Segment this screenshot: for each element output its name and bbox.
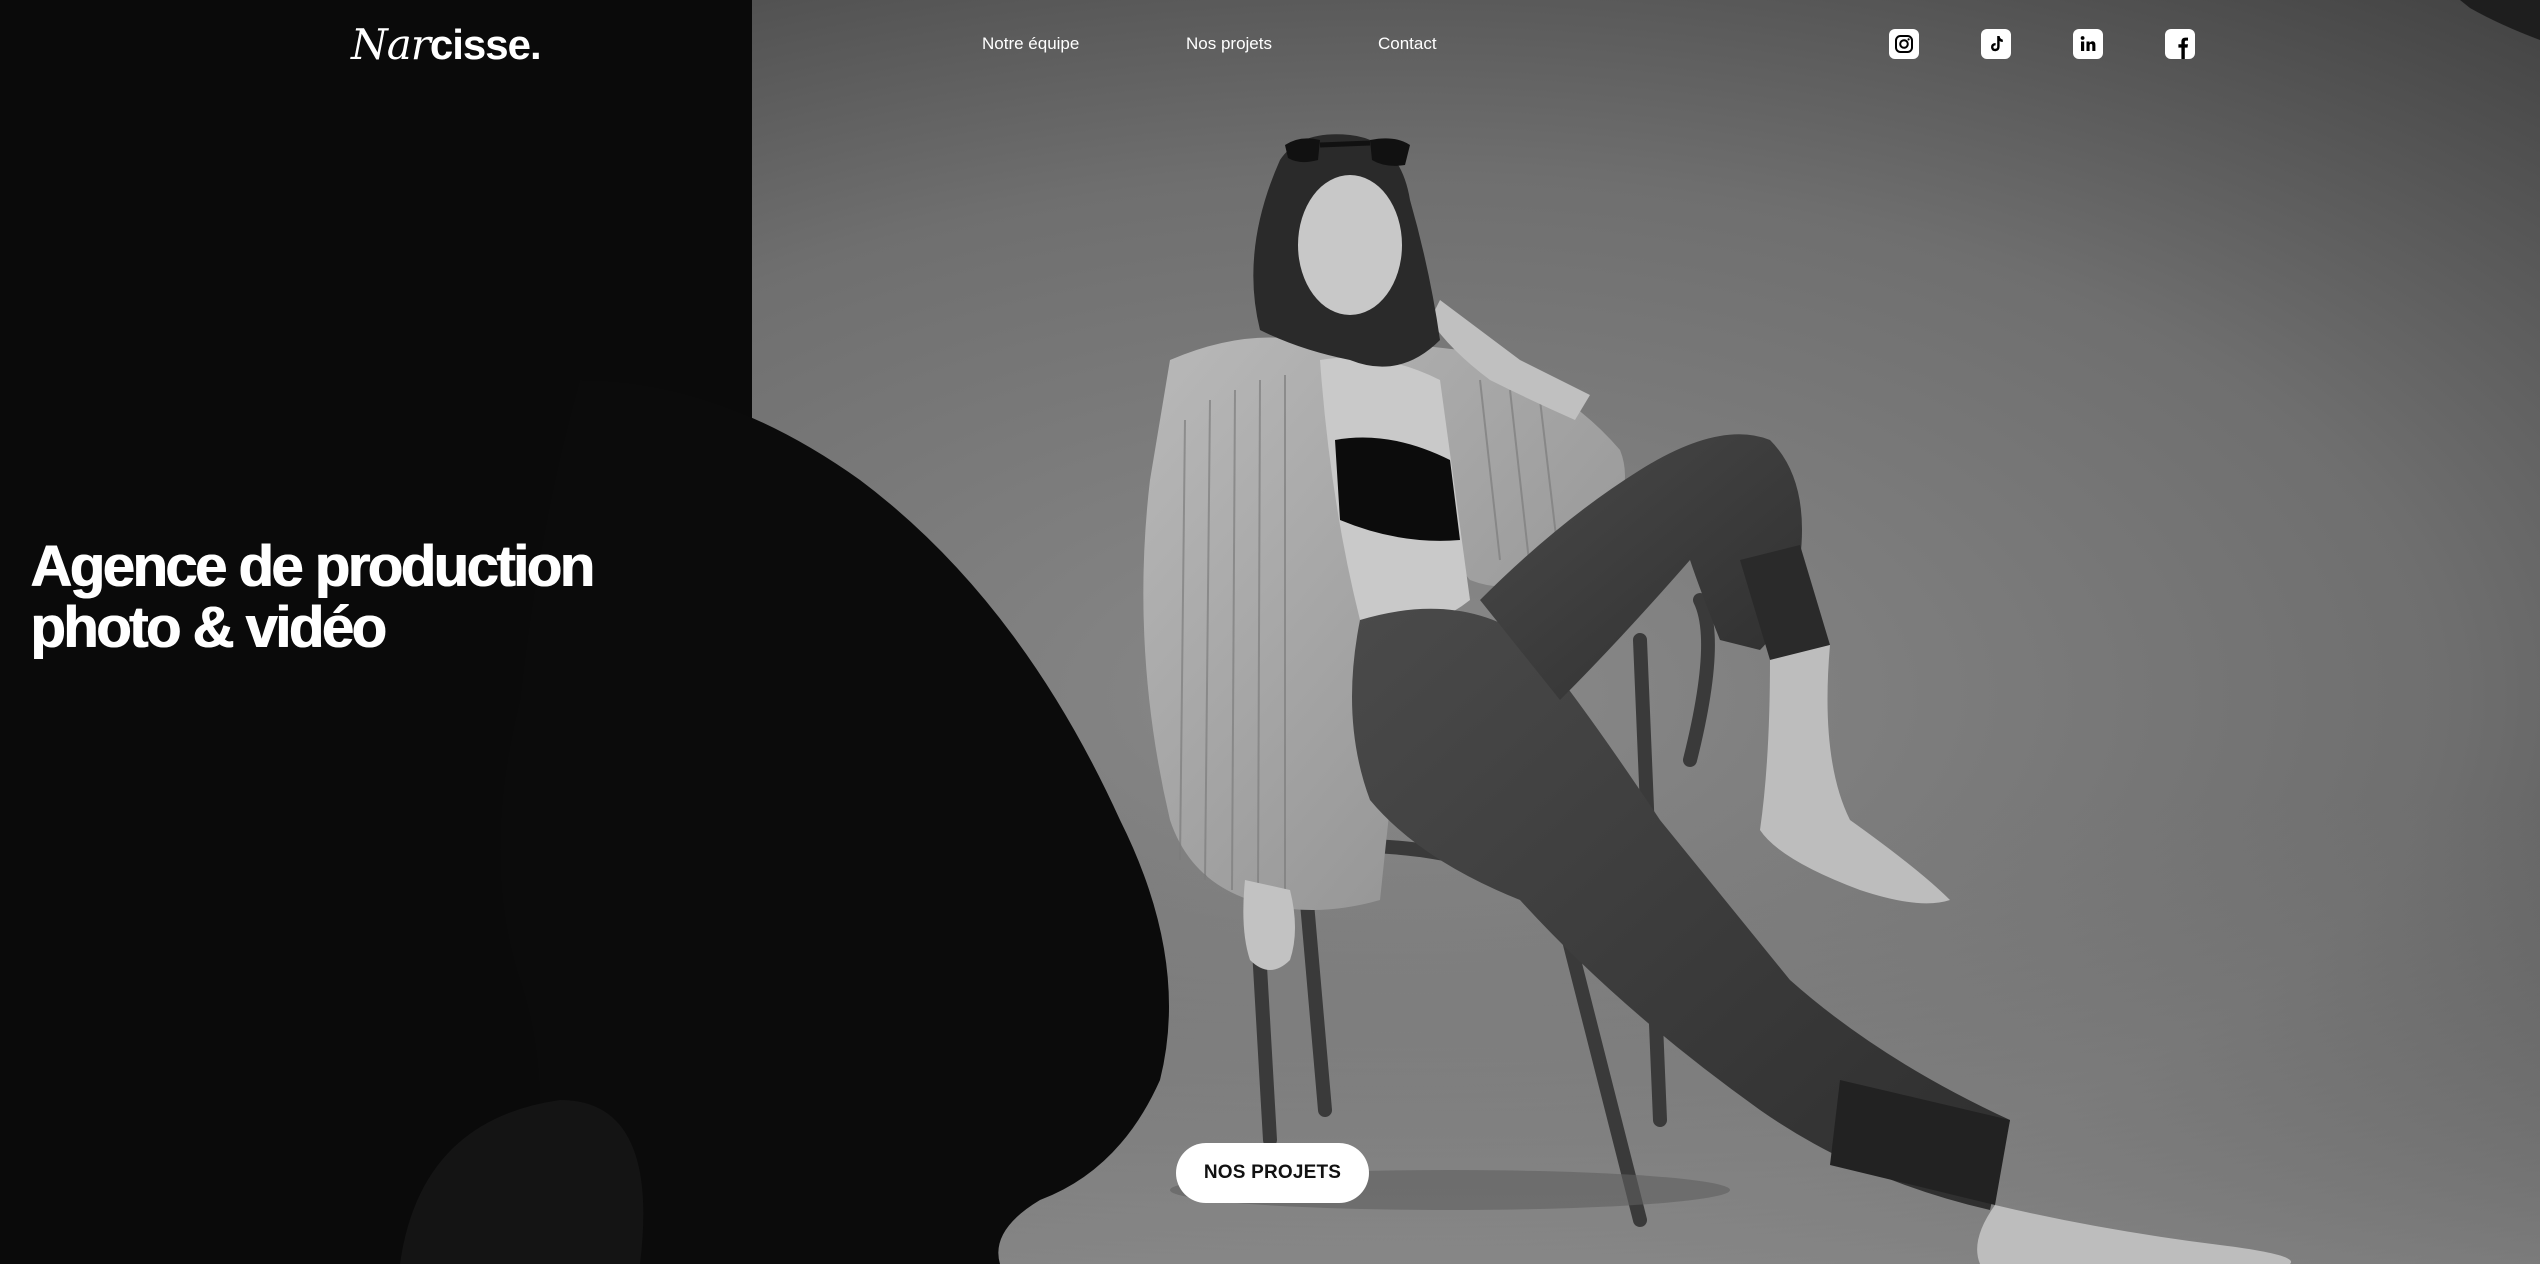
- instagram-link[interactable]: [1889, 29, 1919, 59]
- hero-headline: Agence de production photo & vidéo: [30, 534, 595, 660]
- tiktok-link[interactable]: [1981, 29, 2011, 59]
- facebook-icon: [2178, 37, 2188, 59]
- instagram-icon: [1895, 35, 1913, 53]
- logo-bold-part: cisse.: [429, 21, 542, 68]
- site-header: Narcisse. Notre équipe Nos projets Conta…: [0, 0, 2540, 90]
- linkedin-link[interactable]: [2073, 29, 2103, 59]
- tiktok-icon: [1991, 36, 2003, 52]
- nav-link-team[interactable]: Notre équipe: [982, 31, 1079, 57]
- headline-line-1: Agence de production: [30, 534, 595, 599]
- logo-italic-part: Nar: [351, 20, 431, 69]
- headline-line-2: photo & vidéo: [30, 595, 387, 660]
- nav-link-projects[interactable]: Nos projets: [1186, 31, 1272, 57]
- projects-cta-button[interactable]: NOS PROJETS: [1176, 1143, 1369, 1203]
- linkedin-icon: [2080, 36, 2096, 51]
- page: Narcisse. Notre équipe Nos projets Conta…: [0, 0, 2540, 1264]
- facebook-link[interactable]: [2165, 29, 2195, 59]
- nav-link-contact[interactable]: Contact: [1378, 31, 1437, 57]
- brand-logo[interactable]: Narcisse.: [351, 18, 542, 72]
